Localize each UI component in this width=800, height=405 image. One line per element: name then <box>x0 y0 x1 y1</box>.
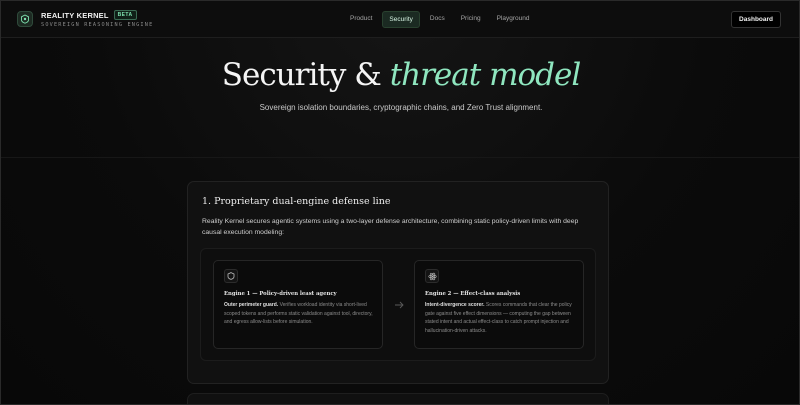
engine-2-card: Engine 2 — Effect-class analysis Intent-… <box>414 260 584 349</box>
shield-icon <box>224 269 238 283</box>
engine-1-title: Engine 1 — Policy-driven least agency <box>224 291 337 297</box>
top-navigation-bar: REALITY KERNEL BETA SOVEREIGN REASONING … <box>1 1 799 38</box>
dashboard-button[interactable]: Dashboard <box>731 11 781 28</box>
defense-line-card: 1. Proprietary dual-engine defense line … <box>187 181 609 384</box>
nav-pricing[interactable]: Pricing <box>455 11 487 28</box>
page-subtitle: Sovereign isolation boundaries, cryptogr… <box>259 103 543 112</box>
hero-divider <box>1 157 799 158</box>
engine-1-description: Outer perimeter guard. Verifies workload… <box>224 301 376 327</box>
hero: Security & threat model Sovereign isolat… <box>1 57 799 112</box>
nav-security[interactable]: Security <box>382 11 420 28</box>
arrow-right-icon <box>392 297 406 309</box>
engine-1-lead: Outer perimeter guard. <box>224 302 279 308</box>
page: REALITY KERNEL BETA SOVEREIGN REASONING … <box>0 0 800 405</box>
nav-playground[interactable]: Playground <box>491 11 536 28</box>
nav-docs[interactable]: Docs <box>424 11 451 28</box>
main-nav: Product Security Docs Pricing Playground <box>344 11 539 28</box>
logo-icon <box>17 11 33 27</box>
beta-badge: BETA <box>113 10 137 20</box>
engines-panel: Engine 1 — Policy-driven least agency Ou… <box>200 248 596 361</box>
engine-2-lead: Intent-divergence scorer. <box>425 302 485 308</box>
page-title: Security & threat model <box>1 57 799 93</box>
next-section-card <box>187 393 609 404</box>
atom-icon <box>425 269 439 283</box>
engine-1-card: Engine 1 — Policy-driven least agency Ou… <box>213 260 383 349</box>
engine-2-title: Engine 2 — Effect-class analysis <box>425 291 521 297</box>
section-intro: Reality Kernel secures agentic systems u… <box>202 218 579 236</box>
engine-2-description: Intent-divergence scorer. Scores command… <box>425 301 577 335</box>
page-title-accent: threat model <box>389 57 582 93</box>
page-title-main: Security & <box>221 57 390 93</box>
app-subtitle: SOVEREIGN REASONING ENGINE <box>41 22 154 28</box>
app-title: REALITY KERNEL <box>41 10 109 20</box>
brand[interactable]: REALITY KERNEL BETA SOVEREIGN REASONING … <box>17 10 153 28</box>
nav-product[interactable]: Product <box>344 11 378 28</box>
section-heading: 1. Proprietary dual-engine defense line <box>202 196 391 207</box>
